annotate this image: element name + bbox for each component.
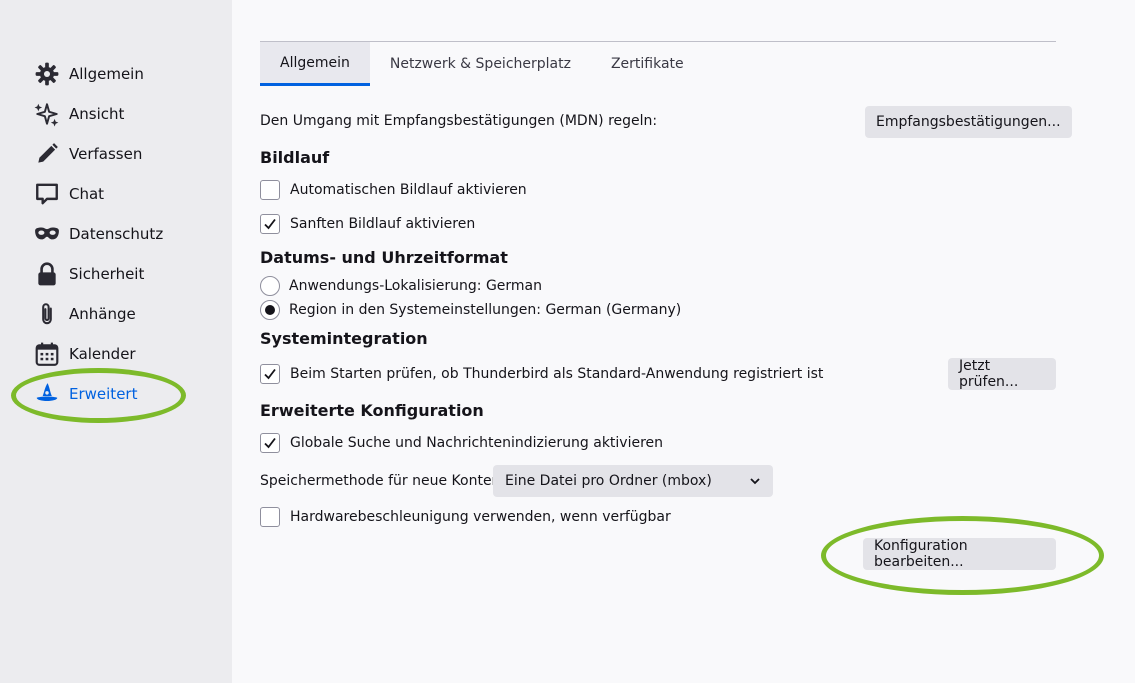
calendar-icon (34, 341, 60, 367)
region-radio[interactable] (260, 300, 280, 320)
sidebar-item-ansicht[interactable]: Ansicht (34, 94, 214, 134)
sidebar-item-label: Allgemein (69, 65, 144, 83)
storage-method-value: Eine Datei pro Ordner (mbox) (505, 473, 712, 489)
sidebar-item-label: Datenschutz (69, 225, 164, 243)
tab-netzwerk-speicherplatz[interactable]: Netzwerk & Speicherplatz (370, 42, 591, 86)
advanced-heading: Erweiterte Konfiguration (260, 401, 484, 420)
radio-selected-dot (265, 305, 275, 315)
sidebar-item-label: Kalender (69, 345, 136, 363)
sparkle-icon (34, 101, 60, 127)
smooth-scroll-row[interactable]: Sanften Bildlauf aktivieren (260, 214, 475, 234)
lock-icon (34, 261, 60, 287)
sidebar-item-kalender[interactable]: Kalender (34, 334, 214, 374)
storage-label: Speichermethode für neue Konten: (260, 473, 506, 489)
checkmark-icon (264, 437, 276, 449)
sidebar-item-label: Sicherheit (69, 265, 145, 283)
pencil-icon (34, 141, 60, 167)
scrolling-heading: Bildlauf (260, 148, 330, 167)
mask-icon (34, 221, 60, 247)
hw-accel-checkbox[interactable] (260, 507, 280, 527)
sidebar-item-label: Chat (69, 185, 105, 203)
global-search-label: Globale Suche und Nachrichtenindizierung… (290, 435, 664, 451)
hw-accel-label: Hardwarebeschleunigung verwenden, wenn v… (290, 509, 671, 525)
region-row[interactable]: Region in den Systemeinstellungen: Germa… (260, 300, 681, 320)
region-label: Region in den Systemeinstellungen: Germa… (289, 302, 682, 318)
storage-row: Speichermethode für neue Konten: (260, 471, 505, 491)
sidebar-item-erweitert[interactable]: Erweitert (34, 374, 214, 414)
auto-scroll-row[interactable]: Automatischen Bildlauf aktivieren (260, 180, 527, 200)
tab-allgemein[interactable]: Allgemein (260, 42, 370, 86)
chat-bubble-icon (34, 181, 60, 207)
sidebar-item-anhaenge[interactable]: Anhänge (34, 294, 214, 334)
system-heading: Systemintegration (260, 329, 428, 348)
storage-method-select[interactable]: Eine Datei pro Ordner (mbox) (493, 465, 773, 497)
app-locale-radio[interactable] (260, 276, 280, 296)
sidebar-item-verfassen[interactable]: Verfassen (34, 134, 214, 174)
sidebar-item-allgemein[interactable]: Allgemein (34, 54, 214, 94)
auto-scroll-label: Automatischen Bildlauf aktivieren (290, 182, 527, 198)
auto-scroll-checkbox[interactable] (260, 180, 280, 200)
chevron-down-icon (750, 478, 760, 485)
default-check-row[interactable]: Beim Starten prüfen, ob Thunderbird als … (260, 364, 823, 384)
tab-bar: Allgemein Netzwerk & Speicherplatz Zerti… (260, 41, 1056, 86)
global-search-checkbox[interactable] (260, 433, 280, 453)
tab-zertifikate[interactable]: Zertifikate (591, 42, 704, 86)
checkmark-icon (264, 368, 276, 380)
global-search-row[interactable]: Globale Suche und Nachrichtenindizierung… (260, 433, 663, 453)
wizard-hat-icon (34, 381, 60, 407)
sidebar-item-label: Ansicht (69, 105, 125, 123)
sidebar-item-label: Erweitert (69, 385, 138, 403)
sidebar-item-datenschutz[interactable]: Datenschutz (34, 214, 214, 254)
app-locale-row[interactable]: Anwendungs-Lokalisierung: German (260, 276, 542, 296)
default-check-checkbox[interactable] (260, 364, 280, 384)
paperclip-icon (34, 301, 60, 327)
sidebar: Allgemein Ansicht Verfassen Chat Datensc… (0, 0, 232, 683)
checkmark-icon (264, 218, 276, 230)
smooth-scroll-label: Sanften Bildlauf aktivieren (290, 216, 476, 232)
receipts-button[interactable]: Empfangsbestätigungen... (865, 106, 1072, 138)
sidebar-item-label: Anhänge (69, 305, 136, 323)
datetime-heading: Datums- und Uhrzeitformat (260, 248, 508, 267)
app-locale-label: Anwendungs-Lokalisierung: German (289, 278, 543, 294)
mdn-row: Den Umgang mit Empfangsbestätigungen (MD… (260, 111, 657, 131)
smooth-scroll-checkbox[interactable] (260, 214, 280, 234)
sidebar-item-chat[interactable]: Chat (34, 174, 214, 214)
config-editor-button[interactable]: Konfiguration bearbeiten... (863, 538, 1056, 570)
gear-icon (34, 61, 60, 87)
main-panel: Allgemein Netzwerk & Speicherplatz Zerti… (260, 0, 1072, 683)
sidebar-item-sicherheit[interactable]: Sicherheit (34, 254, 214, 294)
sidebar-item-label: Verfassen (69, 145, 143, 163)
mdn-text: Den Umgang mit Empfangsbestätigungen (MD… (260, 113, 658, 129)
default-check-label: Beim Starten prüfen, ob Thunderbird als … (290, 366, 824, 382)
hw-accel-row[interactable]: Hardwarebeschleunigung verwenden, wenn v… (260, 507, 671, 527)
check-now-button[interactable]: Jetzt prüfen... (948, 358, 1056, 390)
